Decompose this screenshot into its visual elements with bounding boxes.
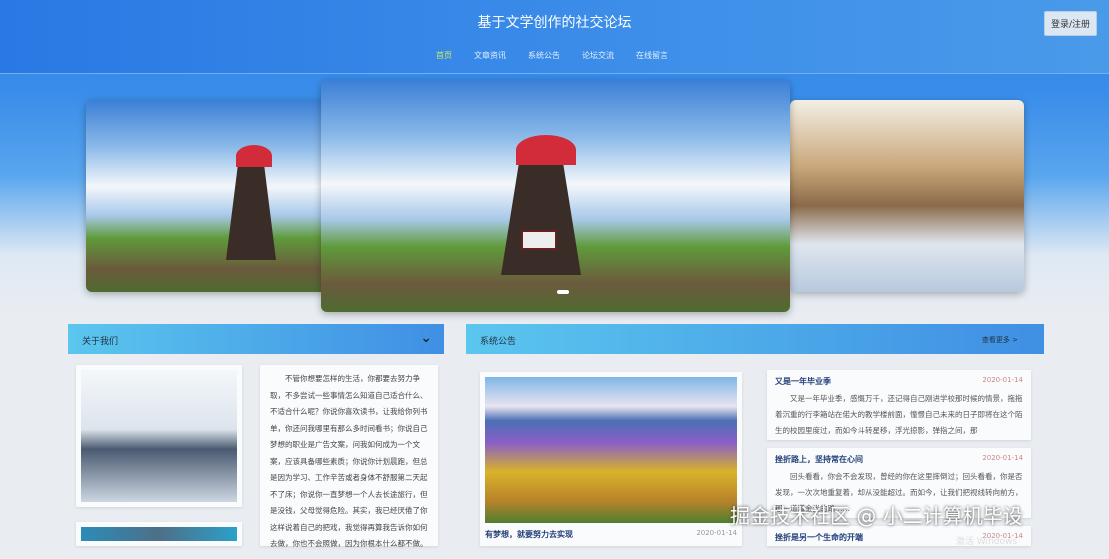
- featured-notice-image: [485, 377, 737, 523]
- nav-notices[interactable]: 系统公告: [528, 50, 560, 61]
- notices-section-header: 系统公告 查看更多 >: [466, 324, 1044, 354]
- notice-excerpt: 又是一年毕业季，感慨万千，还记得自己刚进学校那时候的情景，拖拖着沉重的行李箱站在…: [775, 394, 1023, 435]
- about-title: 关于我们: [82, 337, 119, 347]
- featured-notice-date: 2020-01-14: [696, 529, 737, 537]
- windows-activation-text: 激活 Windows: [956, 537, 1018, 547]
- nav-articles[interactable]: 文章资讯: [474, 50, 506, 61]
- about-text: 不管你想要怎样的生活，你都要去努力争取，不多尝试一些事情怎么知道自己适合什么、不…: [270, 374, 428, 548]
- about-text-panel: 不管你想要怎样的生活，你都要去努力争取，不多尝试一些事情怎么知道自己适合什么、不…: [260, 365, 438, 548]
- notice-date: 2020-01-14: [982, 376, 1023, 384]
- about-section-header: 关于我们 ⌄: [68, 324, 444, 354]
- login-register-button[interactable]: 登录/注册: [1043, 11, 1097, 36]
- featured-notice-title[interactable]: 有梦想，就要努力去实现: [485, 530, 573, 539]
- chevron-down-icon[interactable]: ⌄: [420, 330, 432, 346]
- nav-messages[interactable]: 在线留言: [636, 50, 668, 61]
- notice-title[interactable]: 挫折路上，坚持常在心间: [775, 455, 863, 464]
- carousel-slide-active[interactable]: [321, 80, 790, 312]
- notice-date: 2020-01-14: [982, 454, 1023, 462]
- notice-title[interactable]: 又是一年毕业季: [775, 377, 831, 386]
- notice-title[interactable]: 挫折是另一个生命的开端: [775, 533, 863, 542]
- notice-item[interactable]: 又是一年毕业季 2020-01-14 又是一年毕业季，感慨万千，还记得自己刚进学校…: [767, 370, 1031, 440]
- carousel-slide-prev[interactable]: [86, 100, 336, 292]
- more-link[interactable]: 查看更多 >: [982, 335, 1018, 345]
- watermark: 掘金技术社区 @ 小二计算机毕设: [730, 504, 1023, 528]
- site-title: 基于文学创作的社交论坛: [477, 15, 632, 31]
- nav-forum[interactable]: 论坛交流: [582, 50, 614, 61]
- carousel-indicator[interactable]: [557, 290, 569, 294]
- about-image: [76, 365, 242, 507]
- main-nav: 首页 文章资讯 系统公告 论坛交流 在线留言: [436, 50, 668, 61]
- about-image-2: [76, 522, 242, 546]
- header: 基于文学创作的社交论坛 登录/注册 首页 文章资讯 系统公告 论坛交流 在线留言: [0, 0, 1109, 74]
- notices-title: 系统公告: [480, 337, 517, 347]
- carousel-slide-next[interactable]: [790, 100, 1024, 292]
- featured-notice[interactable]: 有梦想，就要努力去实现 2020-01-14: [480, 372, 742, 546]
- nav-home[interactable]: 首页: [436, 50, 452, 61]
